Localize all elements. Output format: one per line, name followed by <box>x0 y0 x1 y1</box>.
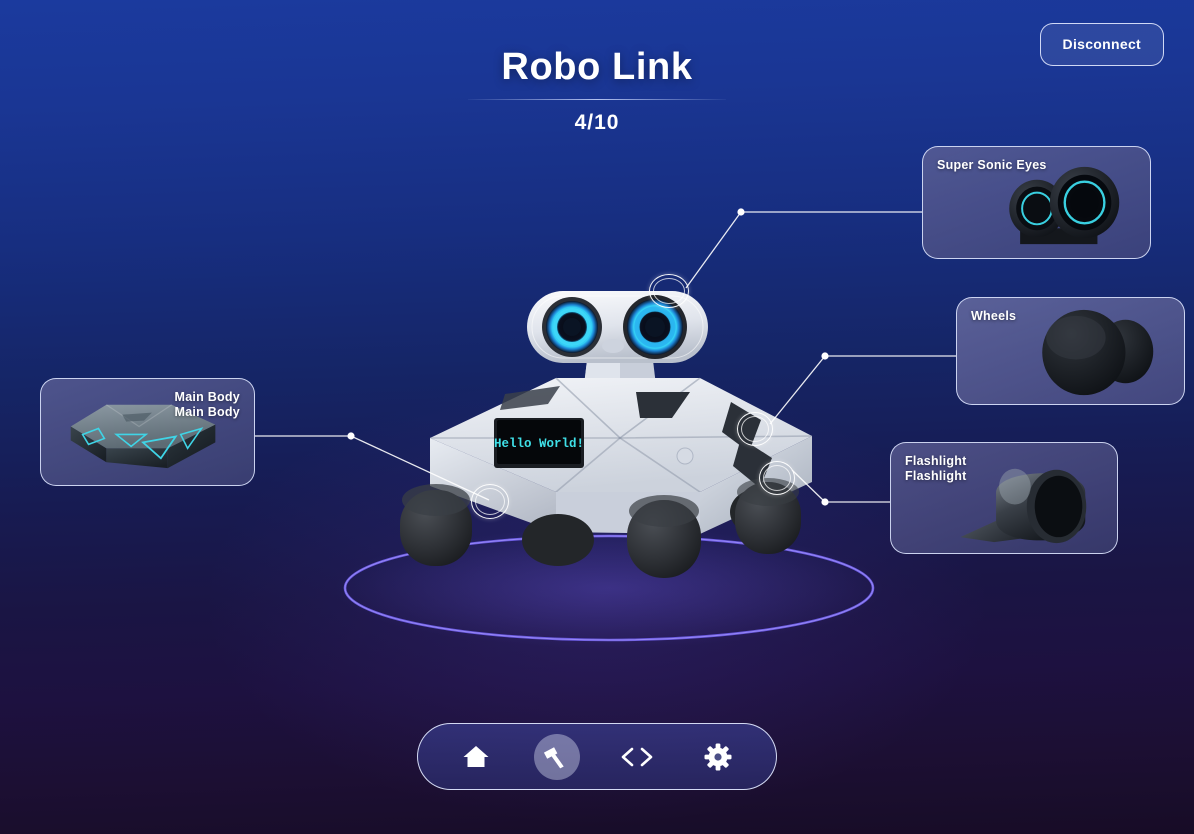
hotspot-main-body[interactable] <box>471 484 509 519</box>
toolbar-settings-button[interactable] <box>695 734 741 780</box>
part-card-label: Wheels <box>971 309 1017 323</box>
gear-icon <box>704 743 732 770</box>
app-root: Robo Link 4/10 Disconnect Hello World! S… <box>0 0 1194 834</box>
bottom-toolbar <box>417 723 777 790</box>
hotspot-flashlight[interactable] <box>759 461 795 495</box>
robot-display-text: Hello World! <box>494 437 584 451</box>
toolbar-build-button[interactable] <box>533 733 580 780</box>
toolbar-home-button[interactable] <box>453 734 499 780</box>
part-card-main-body[interactable]: Main Body Main Body <box>40 378 255 486</box>
home-icon <box>463 745 489 767</box>
code-icon <box>621 747 653 766</box>
toolbar-code-button[interactable] <box>614 734 660 780</box>
part-card-flashlight[interactable]: Flashlight Flashlight <box>890 442 1118 554</box>
part-card-label: Super Sonic Eyes <box>937 158 1047 172</box>
part-card-label: Flashlight Flashlight <box>905 454 967 483</box>
hammer-icon <box>543 746 564 768</box>
part-card-wheels[interactable]: Wheels <box>956 297 1185 405</box>
hotspot-wheels[interactable] <box>737 412 773 446</box>
part-card-label: Main Body Main Body <box>174 390 240 419</box>
hotspot-super-sonic-eyes[interactable] <box>649 274 689 308</box>
part-card-super-sonic-eyes[interactable]: Super Sonic Eyes <box>922 146 1151 259</box>
